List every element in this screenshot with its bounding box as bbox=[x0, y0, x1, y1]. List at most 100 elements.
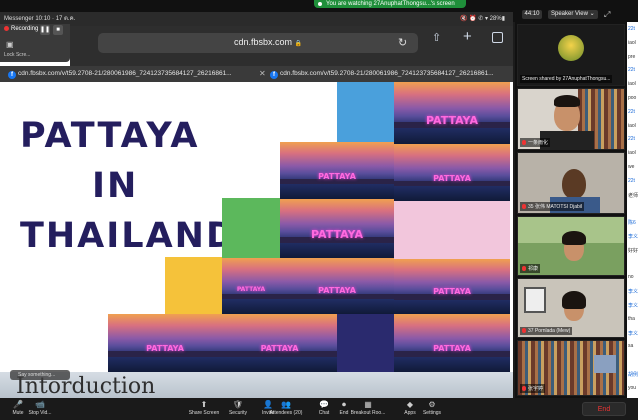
lock-screen-icon[interactable]: ▣ bbox=[6, 40, 16, 50]
participant-tile-3[interactable]: 35 张伟 MATOTSI Djabil bbox=[517, 152, 625, 214]
breakout-rooms-button[interactable]: ▦ Breakout Roo... bbox=[350, 400, 386, 416]
breakout-rooms-icon: ▦ bbox=[364, 400, 372, 409]
next-slide-preview: Intorduction bbox=[0, 372, 513, 398]
pattaya-photo: PATTAYA bbox=[394, 259, 510, 314]
chat-message-fragment: tha bbox=[628, 315, 635, 322]
mic-muted-icon bbox=[522, 140, 526, 145]
pattaya-photo: PATTAYA bbox=[280, 142, 394, 199]
mic-muted-icon bbox=[522, 328, 526, 333]
reload-icon[interactable]: ↻ bbox=[398, 36, 407, 49]
participant-tile-6[interactable]: 张宇婷 bbox=[517, 340, 625, 396]
status-right: 🔇 ⏰ ✆ ▾ 28%▮ bbox=[460, 16, 505, 22]
url-text: cdn.fbsbx.com 🔒 bbox=[234, 37, 303, 47]
speaker-view-button[interactable]: Speaker View ⌄ bbox=[548, 10, 598, 19]
stop-video-icon: 📹 bbox=[35, 400, 45, 409]
chat-message-fragment: iaol bbox=[628, 150, 636, 157]
chat-message-fragment: 好好 bbox=[628, 247, 638, 254]
chat-message-fragment: 22t bbox=[628, 108, 635, 115]
stop-video-label: Stop Vid... bbox=[28, 410, 52, 416]
meeting-timer: 44:10 bbox=[522, 10, 542, 19]
tab-1[interactable]: f cdn.fbsbx.com/v/t59.2708-21/280061986_7… bbox=[8, 66, 253, 82]
pause-recording-button[interactable]: ❚❚ bbox=[40, 25, 50, 35]
pattaya-photo: PATTAYA bbox=[280, 258, 394, 314]
attendees-button[interactable]: 👥 Attendees (20) bbox=[268, 400, 304, 416]
mic-muted-icon bbox=[522, 386, 526, 391]
share-screen-label: Share Screen bbox=[188, 410, 220, 416]
avatar bbox=[558, 35, 584, 61]
chat-panel[interactable]: 22t iaol pre 22t iaol poo 22t iaol 22t iaol we 22t 老… bbox=[627, 22, 638, 398]
participant-tile-5[interactable]: 37 Pornlada (Mew) bbox=[517, 278, 625, 338]
tabs-overview-icon[interactable] bbox=[492, 32, 503, 43]
navy-block bbox=[337, 314, 394, 372]
record-label: End bbox=[339, 410, 349, 416]
pattaya-photo: PATTAYA bbox=[222, 258, 280, 314]
chat-message-fragment: 22t bbox=[628, 26, 635, 32]
browser-tabs: f cdn.fbsbx.com/v/t59.2708-21/280061986_7… bbox=[0, 66, 513, 82]
presentation-slide: PATTAYA IN THAILAND PATTAYA PATTAYA PATT… bbox=[0, 82, 513, 372]
participant-hair bbox=[562, 231, 586, 245]
stop-recording-button[interactable]: ■ bbox=[53, 25, 63, 35]
pattaya-photo: PATTAYA bbox=[222, 314, 337, 372]
chat-message-fragment: 胡例 bbox=[628, 372, 638, 378]
mic-muted-icon bbox=[522, 266, 526, 271]
participant-name: 一条雨化 bbox=[520, 138, 551, 147]
stop-video-button[interactable]: 📹 Stop Vid... bbox=[22, 400, 58, 416]
tab-2[interactable]: f cdn.fbsbx.com/v/t59.2708-21/280061986_7… bbox=[270, 66, 508, 82]
participant-name: 祁康 bbox=[520, 264, 541, 273]
chat-message-fragment: 22t bbox=[628, 136, 635, 143]
chat-message-fragment: 22t bbox=[628, 177, 635, 184]
slide-title-line-1: PATTAYA bbox=[20, 116, 200, 156]
slide-title-line-3: THAILAND bbox=[20, 216, 238, 256]
settings-button[interactable]: ⚙ Settings bbox=[414, 400, 450, 416]
pink-block bbox=[394, 201, 510, 259]
lock-screen-label: Lock Scre... bbox=[4, 52, 31, 58]
address-bar[interactable]: cdn.fbsbx.com 🔒 ↻ bbox=[98, 33, 418, 53]
pattaya-photo: PATTAYA bbox=[394, 314, 510, 372]
chat-message-fragment: pre bbox=[628, 53, 636, 60]
new-tab-icon[interactable]: + bbox=[463, 28, 472, 45]
shared-screen: Messenger 10:10 · 17 ต.ค. 🔇 ⏰ ✆ ▾ 28%▮ R… bbox=[0, 12, 513, 398]
share-icon[interactable]: ⇧ bbox=[432, 31, 441, 44]
share-screen-icon: ⬆ bbox=[200, 400, 208, 409]
participant-tile-1[interactable]: Screen shared by 27AnuphatThongsu... bbox=[517, 24, 625, 86]
chat-message-fragment: 李义 bbox=[628, 303, 638, 309]
participant-name: 37 Pornlada (Mew) bbox=[520, 327, 573, 335]
pattaya-photo: PATTAYA bbox=[394, 144, 510, 201]
recording-panel: Recording ❚❚ ■ ▣ Lock Scre... bbox=[0, 24, 70, 62]
close-tab-icon[interactable]: ✕ bbox=[259, 66, 266, 82]
security-label: Security bbox=[228, 410, 248, 416]
chat-message-fragment: 李义 bbox=[628, 330, 638, 337]
green-block bbox=[222, 198, 280, 258]
chat-message-fragment: you bbox=[628, 384, 637, 391]
chat-message-fragment: sa bbox=[628, 343, 634, 350]
blue-block bbox=[337, 82, 394, 144]
participant-name: Screen shared by 27AnuphatThongsu... bbox=[520, 75, 613, 83]
say-something-input[interactable]: Say something... bbox=[10, 370, 70, 380]
browser-toolbar: กก cdn.fbsbx.com 🔒 ↻ ⇧ + bbox=[70, 26, 513, 66]
pattaya-photo: PATTAYA bbox=[108, 314, 222, 372]
chat-message-fragment: 李义 bbox=[628, 234, 638, 240]
watching-banner[interactable]: You are watching 27AnuphatThongsu...'s s… bbox=[314, 0, 466, 8]
attendees-label: Attendees (20) bbox=[269, 410, 303, 416]
pattaya-photo: PATTAYA bbox=[394, 82, 510, 144]
settings-icon: ⚙ bbox=[428, 400, 436, 409]
participant-hair bbox=[562, 291, 586, 309]
breakout-rooms-label: Breakout Roo... bbox=[350, 410, 386, 416]
fullscreen-icon[interactable]: ⤢ bbox=[604, 10, 614, 19]
end-meeting-button[interactable]: End bbox=[582, 402, 626, 416]
phone-status-bar: Messenger 10:10 · 17 ต.ค. 🔇 ⏰ ✆ ▾ 28%▮ bbox=[0, 12, 513, 26]
chat-message-fragment: iaol bbox=[628, 39, 636, 46]
facebook-icon: f bbox=[270, 71, 278, 79]
yellow-block bbox=[165, 257, 222, 315]
participant-tile-4[interactable]: 祁康 bbox=[517, 216, 625, 276]
share-screen-button[interactable]: ⬆ Share Screen bbox=[186, 400, 222, 416]
recording-indicator: Recording bbox=[4, 26, 38, 32]
participant-tile-2[interactable]: 一条雨化 bbox=[517, 88, 625, 150]
slide-title-line-2: IN bbox=[92, 166, 139, 206]
mic-muted-icon bbox=[522, 204, 526, 209]
attendees-icon: 👥 bbox=[281, 400, 291, 409]
recording-controls: ❚❚ ■ bbox=[40, 25, 63, 35]
pattaya-photo: PATTAYA bbox=[280, 199, 394, 258]
participant-name: 张宇婷 bbox=[520, 384, 546, 393]
recording-label: Recording bbox=[11, 26, 39, 32]
